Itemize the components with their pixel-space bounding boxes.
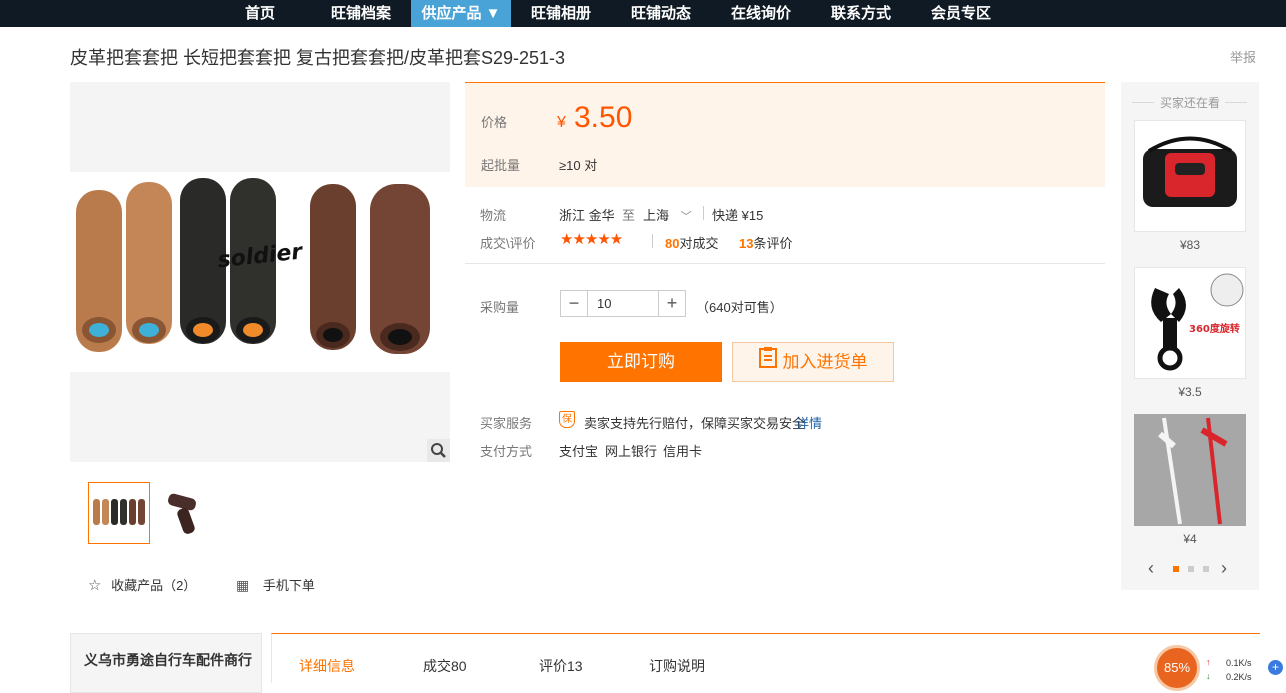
recommended-item-stand[interactable]	[1134, 414, 1246, 526]
recommended-item-price: ¥3.5	[1178, 385, 1202, 399]
quantity-input[interactable]	[589, 291, 657, 316]
min-order-value: ≥10 对	[559, 158, 598, 173]
sidebar-next-arrow[interactable]: ›	[1221, 558, 1227, 579]
tab-order-notes[interactable]: 订购说明	[649, 656, 705, 676]
reviews-link[interactable]: 13条评价	[739, 233, 792, 252]
payment-alipay: 支付宝	[559, 444, 599, 459]
sidebar-page-dot[interactable]	[1203, 566, 1209, 572]
thumbnail-1[interactable]	[88, 482, 150, 544]
nav-contact[interactable]: 联系方式	[818, 0, 904, 27]
currency-symbol: ¥	[557, 114, 566, 131]
nav-products[interactable]: 供应产品 ▼	[411, 0, 511, 27]
clipboard-icon	[758, 344, 777, 382]
bag-image	[1143, 136, 1237, 207]
divider	[652, 234, 653, 248]
stand-image	[1134, 414, 1246, 526]
nav-news[interactable]: 旺铺动态	[618, 0, 704, 27]
sidebar-page-dot-active[interactable]	[1173, 566, 1179, 572]
quantity-stepper: − +	[560, 290, 686, 317]
reviews-count: 13	[739, 236, 754, 251]
shop-info-card: 义乌市勇途自行车配件商行	[70, 633, 262, 693]
decrease-quantity-button[interactable]: −	[561, 291, 588, 316]
svg-text:soldier: soldier	[216, 239, 304, 273]
favorite-product-button[interactable]: ☆ 收藏产品（2）	[88, 575, 196, 594]
tab-details[interactable]: 详细信息	[299, 656, 355, 676]
upload-speed: 0.1K/s	[1226, 658, 1252, 668]
payment-label: 支付方式	[480, 444, 533, 459]
nav-inquiry[interactable]: 在线询价	[718, 0, 804, 27]
detail-tabs	[271, 633, 1260, 683]
available-stock: （640对可售）	[696, 300, 783, 315]
add-icon[interactable]: +	[1268, 660, 1283, 675]
upload-arrow-icon: ↑	[1206, 657, 1211, 667]
cpu-percent-badge: 85%	[1154, 645, 1200, 691]
add-to-cart-button[interactable]: 加入进货单	[732, 342, 894, 382]
add-to-cart-label: 加入进货单	[782, 352, 868, 372]
product-photo: soldier	[70, 172, 450, 372]
divider	[703, 206, 704, 220]
price-label: 价格	[481, 115, 508, 130]
logistics-origin: 浙江 金华	[559, 208, 615, 223]
tab-reviews[interactable]: 评价13	[539, 656, 583, 676]
recommended-item-bag[interactable]	[1134, 120, 1246, 232]
service-details-link[interactable]: 详情	[796, 413, 822, 432]
main-product-image[interactable]: soldier	[70, 82, 450, 462]
sidebar-prev-arrow[interactable]: ‹	[1148, 558, 1154, 579]
nav-home[interactable]: 首页	[228, 0, 292, 27]
mount-image: 360度旋转	[1151, 273, 1244, 371]
reviews-suffix: 条评价	[753, 236, 793, 251]
nav-shop-profile[interactable]: 旺铺档案	[318, 0, 404, 27]
top-navigation: 首页 旺铺档案 供应产品 ▼ 旺铺相册 旺铺动态 在线询价 联系方式 会员专区	[0, 0, 1286, 27]
nav-albums[interactable]: 旺铺相册	[518, 0, 604, 27]
network-speed-widget[interactable]: 85% ↑ 0.1K/s ↓ 0.2K/s +	[1154, 645, 1286, 691]
shop-name[interactable]: 义乌市勇途自行车配件商行	[84, 650, 252, 670]
logistics-label: 物流	[480, 208, 507, 223]
logistics-destination-select[interactable]: 上海 ﹀	[643, 205, 692, 224]
tab-deals[interactable]: 成交80	[423, 656, 467, 676]
logistics-to-word: 至	[622, 208, 636, 223]
buyer-service-label: 买家服务	[480, 416, 533, 431]
guarantee-icon: 保	[559, 411, 575, 428]
destination-value: 上海	[643, 208, 670, 223]
increase-quantity-button[interactable]: +	[658, 291, 685, 316]
payment-credit-card: 信用卡	[663, 444, 703, 459]
recommended-item-price: ¥4	[1183, 532, 1197, 546]
sidebar-page-dot[interactable]	[1188, 566, 1194, 572]
deals-reviews-label: 成交\评价	[480, 236, 536, 251]
mobile-order-label: 手机下单	[262, 578, 315, 593]
star-outline-icon: ☆	[88, 577, 102, 594]
recommended-item-mount[interactable]: 360度旋转	[1134, 267, 1246, 379]
mobile-order-button[interactable]: ▦ 手机下单	[236, 575, 315, 594]
buyer-service-text: 卖家支持先行赔付，保障买家交易安全	[584, 416, 806, 431]
buy-now-button[interactable]: 立即订购	[560, 342, 722, 382]
product-title: 皮革把套套把 长短把套套把 复古把套套把/皮革把套S29-251-3	[70, 48, 566, 68]
section-divider	[465, 263, 1105, 264]
download-speed: 0.2K/s	[1226, 672, 1252, 682]
chevron-down-icon: ﹀	[680, 211, 692, 223]
favorite-label: 收藏产品（2）	[111, 578, 197, 593]
qr-code-icon: ▦	[236, 577, 250, 593]
report-link[interactable]: 举报	[1230, 47, 1256, 66]
nav-members[interactable]: 会员专区	[918, 0, 1004, 27]
title-line-right	[1225, 102, 1247, 103]
rating-stars: ★★★★★	[560, 231, 623, 248]
quantity-label: 采购量	[480, 300, 520, 315]
thumbnail-2[interactable]	[158, 482, 220, 544]
min-order-label: 起批量	[481, 158, 521, 173]
deals-count: 80	[665, 236, 680, 251]
shipping-fee: 快递 ¥15	[712, 208, 764, 223]
price-value: 3.50	[574, 101, 633, 134]
payment-netbank: 网上银行	[605, 444, 658, 459]
zoom-icon[interactable]	[427, 439, 450, 462]
deals-suffix: 对成交	[679, 236, 719, 251]
recommended-item-price: ¥83	[1179, 238, 1201, 252]
mount-badge: 360度旋转	[1189, 322, 1240, 335]
deals-link[interactable]: 80对成交	[665, 233, 718, 252]
